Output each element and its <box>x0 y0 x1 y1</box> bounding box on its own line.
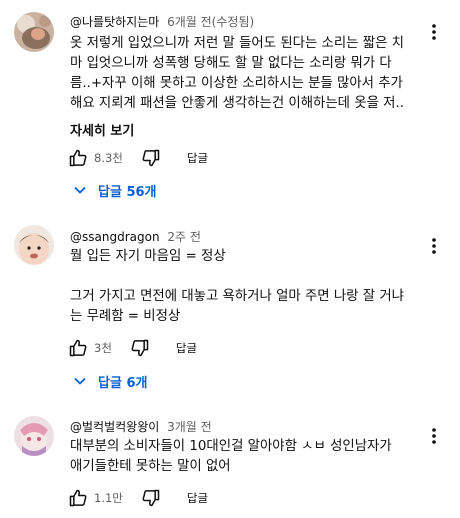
more-vert-icon <box>432 238 436 254</box>
comment-line: 는 무례함 = 비정상 <box>70 309 181 324</box>
author-name[interactable]: @나를탓하지는마 <box>70 15 159 29</box>
like-count: 1.1만 <box>94 491 123 505</box>
comment-line: 대부분의 소비자들이 10대인걸 알아야함 ㅅㅂ 성인남자가 <box>70 439 392 454</box>
more-options-button[interactable] <box>428 20 440 44</box>
reply-button[interactable]: 답글 <box>187 490 208 506</box>
comment-line: 름..+자꾸 이해 못하고 이상한 소리하시는 분들 많아서 추가 <box>70 76 403 91</box>
dislike-icon <box>131 339 149 357</box>
comment-line: 그거 가지고 면전에 대놓고 욕하거나 얼마 주면 나랑 잘 거냐 <box>70 289 404 304</box>
dislike-icon <box>142 149 160 167</box>
comment-line: 마 입엇으니까 성폭행 당해도 할 말 없다는 소리랑 뭐가 다 <box>70 56 392 71</box>
dislike-button[interactable] <box>128 336 152 360</box>
avatar[interactable] <box>14 416 54 456</box>
author-name[interactable]: @ssangdragon <box>70 230 160 244</box>
dislike-icon <box>142 489 160 507</box>
comment-text: 옷 저렇게 입었으니까 저런 말 들어도 된다는 소리는 짧은 치 마 입엇으니… <box>70 34 420 114</box>
comment-time[interactable]: 6개월 전(수정됨) <box>167 15 254 29</box>
reply-button[interactable]: 답글 <box>187 150 208 166</box>
comment-meta: @나를탓하지는마 6개월 전(수정됨) <box>70 13 254 30</box>
comment-text: 뭘 입든 자기 마음임 = 정상 그거 가지고 면전에 대놓고 욕하거나 얼마 … <box>70 247 420 327</box>
more-vert-icon <box>432 428 436 444</box>
comment-meta: @벌컥벌컥왕왕이 3개월 전 <box>70 418 212 435</box>
replies-count-label: 답글 56개 <box>98 184 157 200</box>
like-icon <box>69 339 87 357</box>
more-options-button[interactable] <box>428 234 440 258</box>
view-replies-button[interactable]: 답글 6개 <box>70 371 147 391</box>
comment-actions: 1.1만 답글 <box>66 486 208 510</box>
comment-line: 옷 저렇게 입었으니까 저런 말 들어도 된다는 소리는 짧은 치 <box>70 36 404 51</box>
comment-line: 애기들한테 못하는 말이 없어 <box>70 459 231 474</box>
like-button[interactable] <box>66 336 90 360</box>
like-button[interactable] <box>66 486 90 510</box>
like-count: 3천 <box>94 341 112 355</box>
comment-line: 뭘 입든 자기 마음임 = 정상 <box>70 249 226 264</box>
comment-actions: 8.3천 답글 <box>66 146 208 170</box>
like-count: 8.3천 <box>94 151 123 165</box>
reply-button[interactable]: 답글 <box>176 340 197 356</box>
comment-meta: @ssangdragon 2주 전 <box>70 228 201 245</box>
avatar[interactable] <box>14 12 54 52</box>
comment-actions: 3천 답글 <box>66 336 197 360</box>
comment-line: 해요 지뢰계 패션을 안좋게 생각하는건 이해하는데 옷을 저.. <box>70 96 404 111</box>
read-more-link[interactable]: 자세히 보기 <box>70 120 134 139</box>
avatar[interactable] <box>14 225 54 265</box>
chevron-down-icon <box>70 371 90 391</box>
more-options-button[interactable] <box>428 424 440 448</box>
view-replies-button[interactable]: 답글 56개 <box>70 180 157 200</box>
like-icon <box>69 489 87 507</box>
more-vert-icon <box>432 24 436 40</box>
like-icon <box>69 149 87 167</box>
dislike-button[interactable] <box>139 146 163 170</box>
like-button[interactable] <box>66 146 90 170</box>
replies-count-label: 답글 6개 <box>98 375 148 391</box>
comment-time[interactable]: 3개월 전 <box>167 420 212 434</box>
comment-text: 대부분의 소비자들이 10대인걸 알아야함 ㅅㅂ 성인남자가 애기들한테 못하는… <box>70 437 420 477</box>
comment-time[interactable]: 2주 전 <box>167 230 201 244</box>
chevron-down-icon <box>70 180 90 200</box>
author-name[interactable]: @벌컥벌컥왕왕이 <box>70 420 159 434</box>
dislike-button[interactable] <box>139 486 163 510</box>
